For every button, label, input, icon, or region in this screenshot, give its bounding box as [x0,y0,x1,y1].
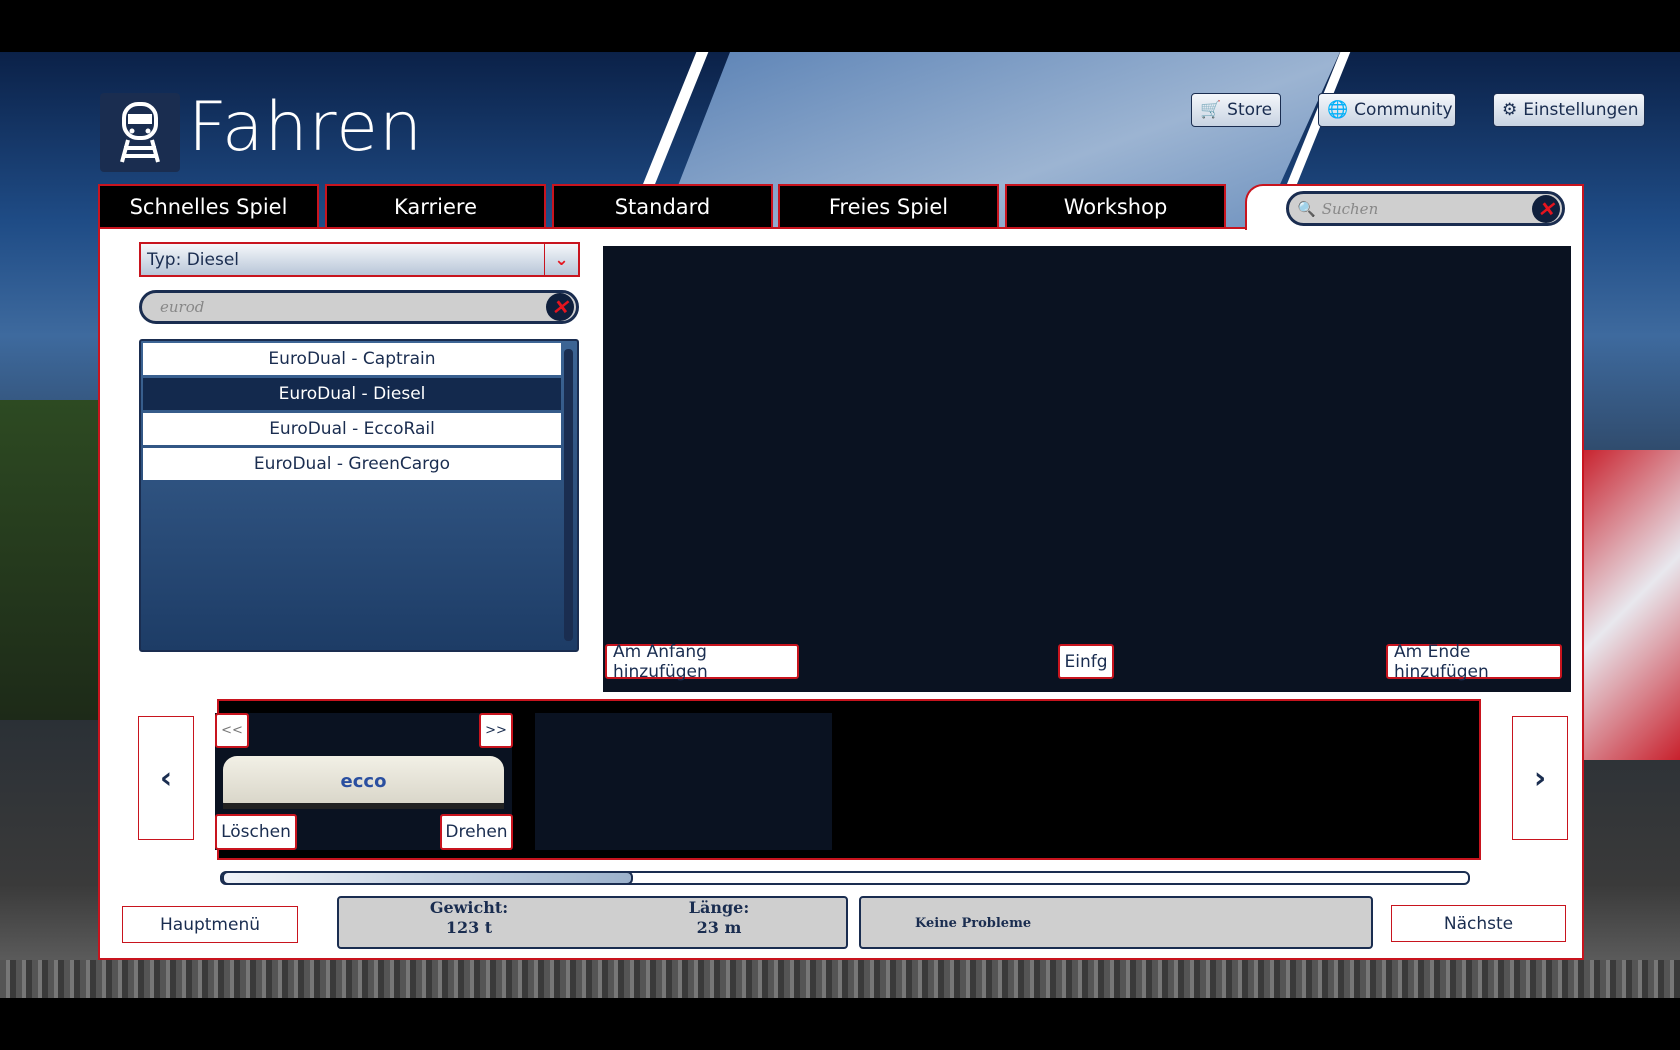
locomotive-image: ecco [223,756,504,806]
clear-search-icon[interactable]: ✕ [1532,194,1560,223]
stats-box: Gewicht: 123 t Länge: 23 m [337,896,848,949]
tab-schnelles-spiel[interactable]: Schnelles Spiel [98,184,319,227]
tab-standard[interactable]: Standard [552,184,773,227]
add-start-button[interactable]: Am Anfang hinzufügen [605,642,799,682]
page-title: Fahren [188,88,424,167]
community-label: Community [1354,100,1453,120]
background-train [1580,450,1680,760]
search-placeholder: Suchen [1321,199,1379,218]
vehicle-list: EuroDual - Captrain EuroDual - Diesel Eu… [139,339,579,652]
list-item-selected[interactable]: EuroDual - Diesel [143,378,561,410]
type-dropdown-value: Typ: Diesel [147,249,240,270]
clear-filter-icon[interactable]: ✕ [546,293,574,321]
chevron-left-icon[interactable]: ‹ [138,716,194,840]
scrollbar-thumb[interactable] [222,871,634,885]
chevron-right-icon[interactable]: › [1512,716,1568,840]
tab-workshop[interactable]: Workshop [1005,184,1226,227]
list-item[interactable]: EuroDual - Captrain [143,343,561,375]
locomotive-bogies [223,803,504,809]
locomotive-logo: ecco [340,770,387,792]
cart-icon: 🛒 [1200,100,1222,120]
gear-icon: ⚙ [1502,100,1518,120]
search-input[interactable]: 🔍 Suchen ✕ [1286,191,1565,226]
tab-freies-spiel[interactable]: Freies Spiel [778,184,999,227]
list-item[interactable]: EuroDual - GreenCargo [143,448,561,480]
tab-karriere[interactable]: Karriere [325,184,546,227]
weight-value: 123 t [445,918,493,937]
main-menu-button[interactable]: Hauptmenü [122,906,298,943]
insert-button[interactable]: Einfg [1058,644,1114,679]
next-button[interactable]: Nächste [1391,905,1566,942]
vehicle-preview [603,246,1571,692]
consist-slot-empty[interactable] [535,713,832,850]
status-text: Keine Probleme [915,916,1032,931]
store-label: Store [1227,100,1273,120]
train-icon [100,93,180,172]
rotate-button[interactable]: Drehen [440,814,513,850]
store-button[interactable]: 🛒 Store [1191,93,1281,127]
list-item[interactable]: EuroDual - EccoRail [143,413,561,445]
length-value: 23 m [696,918,742,937]
consist-scrollbar[interactable] [220,871,1470,885]
length-label: Länge: [688,898,750,917]
settings-button[interactable]: ⚙ Einstellungen [1493,93,1645,127]
add-end-button[interactable]: Am Ende hinzufügen [1386,642,1562,682]
globe-icon: 🌐 [1327,100,1349,120]
background-trees [0,400,100,720]
filter-input[interactable]: eurod ✕ [139,290,579,324]
move-right-button[interactable]: >> [479,713,513,748]
weight-label: Gewicht: [429,898,509,917]
community-button[interactable]: 🌐 Community [1318,93,1456,127]
status-box: Keine Probleme [859,896,1373,949]
filter-input-value: eurod [160,298,205,316]
list-scrollbar[interactable] [564,349,573,641]
delete-button[interactable]: Löschen [215,814,297,850]
chevron-down-icon: ⌄ [544,244,578,275]
move-left-button[interactable]: << [215,713,249,748]
search-icon: 🔍 [1297,199,1316,218]
type-dropdown[interactable]: Typ: Diesel ⌄ [139,242,580,277]
background-gravel [0,960,1680,998]
settings-label: Einstellungen [1523,100,1639,120]
